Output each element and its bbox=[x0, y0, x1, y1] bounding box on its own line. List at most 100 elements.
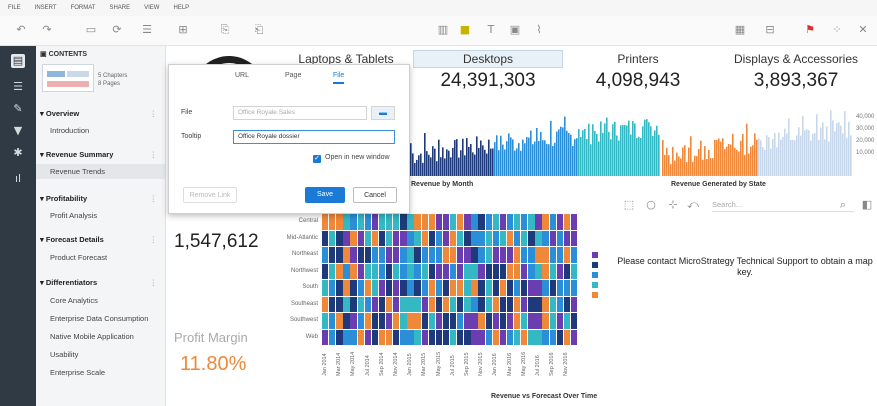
heatmap-cell[interactable] bbox=[329, 247, 336, 263]
chapter-forecast-details[interactable]: ▾ Forecast Details bbox=[40, 235, 104, 244]
heatmap-cell[interactable] bbox=[514, 214, 521, 230]
page-product-forecast[interactable]: Product Forecast bbox=[50, 253, 107, 262]
heatmap-cell[interactable] bbox=[393, 313, 400, 329]
heatmap-cell[interactable] bbox=[499, 313, 507, 329]
heatmap-cell[interactable] bbox=[492, 230, 499, 246]
heatmap-cell[interactable] bbox=[499, 247, 507, 263]
remove-link-button[interactable]: Remove Link bbox=[183, 187, 237, 203]
lasso-icon[interactable]: ○ bbox=[644, 198, 658, 212]
heatmap-cell[interactable] bbox=[514, 296, 521, 312]
heatmap-cell[interactable] bbox=[521, 280, 528, 296]
heatmap-cell[interactable] bbox=[535, 296, 542, 312]
heatmap-cell[interactable] bbox=[570, 329, 578, 345]
heatmap-cell[interactable] bbox=[549, 296, 556, 312]
heatmap-cell[interactable] bbox=[322, 214, 329, 230]
menu-help[interactable]: HELP bbox=[173, 5, 189, 11]
heatmap-cell[interactable] bbox=[407, 247, 414, 263]
add-dataset-icon[interactable]: ⊞ bbox=[176, 23, 190, 37]
heatmap-cell[interactable] bbox=[450, 296, 457, 312]
heatmap-cell[interactable] bbox=[492, 329, 499, 345]
heatmap-cell[interactable] bbox=[357, 247, 364, 263]
heatmap-cell[interactable] bbox=[322, 263, 329, 279]
heatmap-cell[interactable] bbox=[471, 263, 478, 279]
heatmap-cell[interactable] bbox=[450, 214, 457, 230]
heatmap-cell[interactable] bbox=[421, 214, 428, 230]
heatmap-cell[interactable] bbox=[393, 263, 400, 279]
heatmap-cell[interactable] bbox=[400, 230, 407, 246]
heatmap-cell[interactable] bbox=[364, 247, 371, 263]
chapter-menu-icon[interactable]: ⋮ bbox=[150, 278, 158, 287]
heatmap-cell[interactable] bbox=[414, 247, 421, 263]
heatmap-cell[interactable] bbox=[485, 230, 492, 246]
heatmap-cell[interactable] bbox=[371, 263, 379, 279]
heatmap-cell[interactable] bbox=[471, 280, 478, 296]
heatmap-cell[interactable] bbox=[442, 280, 450, 296]
heatmap-cell[interactable] bbox=[414, 263, 421, 279]
menu-file[interactable]: FILE bbox=[8, 5, 21, 11]
heatmap-cell[interactable] bbox=[371, 280, 379, 296]
heatmap-cell[interactable] bbox=[478, 263, 485, 279]
heatmap-cell[interactable] bbox=[570, 247, 578, 263]
heatmap-cell[interactable] bbox=[343, 263, 350, 279]
heatmap-cell[interactable] bbox=[378, 329, 386, 345]
text-icon[interactable]: T bbox=[484, 23, 498, 37]
heatmap-cell[interactable] bbox=[364, 313, 371, 329]
heatmap-cell[interactable] bbox=[442, 214, 450, 230]
heatmap-cell[interactable] bbox=[435, 263, 443, 279]
heatmap-cell[interactable] bbox=[514, 247, 521, 263]
export-icon[interactable]: ⊟ bbox=[763, 23, 777, 37]
heatmap-cell[interactable] bbox=[570, 263, 578, 279]
heatmap-cell[interactable] bbox=[478, 329, 485, 345]
heatmap-cell[interactable] bbox=[521, 214, 528, 230]
tab-file[interactable]: File bbox=[333, 72, 345, 84]
heatmap-cell[interactable] bbox=[535, 263, 542, 279]
heatmap-cell[interactable] bbox=[457, 247, 464, 263]
heatmap-cell[interactable] bbox=[364, 263, 371, 279]
heatmap-cell[interactable] bbox=[464, 280, 471, 296]
heatmap-cell[interactable] bbox=[393, 230, 400, 246]
page-core-analytics[interactable]: Core Analytics bbox=[50, 296, 98, 305]
save-button[interactable]: Save bbox=[305, 187, 345, 203]
heatmap-cell[interactable] bbox=[343, 214, 350, 230]
heatmap-cell[interactable] bbox=[378, 214, 386, 230]
heatmap-cell[interactable] bbox=[563, 214, 571, 230]
heatmap-cell[interactable] bbox=[357, 263, 364, 279]
heatmap-cell[interactable] bbox=[357, 313, 364, 329]
heatmap-cell[interactable] bbox=[428, 230, 435, 246]
heatmap-cell[interactable] bbox=[357, 296, 364, 312]
heatmap-cell[interactable] bbox=[485, 313, 492, 329]
heatmap-cell[interactable] bbox=[364, 280, 371, 296]
datasets-icon[interactable]: ☰ bbox=[11, 80, 25, 94]
heatmap-cell[interactable] bbox=[400, 280, 407, 296]
search-icon[interactable]: ⌕ bbox=[836, 198, 850, 212]
heatmap-cell[interactable] bbox=[428, 247, 435, 263]
heatmap-cell[interactable] bbox=[350, 247, 357, 263]
heatmap-cell[interactable] bbox=[457, 296, 464, 312]
tab-page[interactable]: Page bbox=[285, 72, 301, 79]
heatmap-cell[interactable] bbox=[386, 230, 393, 246]
heatmap-cell[interactable] bbox=[400, 214, 407, 230]
heatmap-cell[interactable] bbox=[471, 296, 478, 312]
heatmap-cell[interactable] bbox=[542, 263, 549, 279]
heatmap-cell[interactable] bbox=[407, 329, 414, 345]
reset-icon[interactable]: ⤺ bbox=[686, 198, 700, 212]
heatmap-cell[interactable] bbox=[499, 280, 507, 296]
heatmap-cell[interactable] bbox=[428, 263, 435, 279]
heatmap-cell[interactable] bbox=[400, 263, 407, 279]
heatmap-cell[interactable] bbox=[549, 313, 556, 329]
heatmap-cell[interactable] bbox=[343, 230, 350, 246]
heatmap-cell[interactable] bbox=[464, 263, 471, 279]
heatmap-cell[interactable] bbox=[556, 280, 563, 296]
heatmap-cell[interactable] bbox=[542, 313, 549, 329]
contents-icon[interactable]: ▤ bbox=[11, 54, 25, 68]
heatmap-cell[interactable] bbox=[322, 296, 329, 312]
heatmap-cell[interactable] bbox=[414, 230, 421, 246]
heatmap-cell[interactable] bbox=[435, 280, 443, 296]
heatmap-cell[interactable] bbox=[428, 296, 435, 312]
shape-icon[interactable]: ⌇ bbox=[532, 23, 546, 37]
heatmap-cell[interactable] bbox=[535, 313, 542, 329]
heatmap-cell[interactable] bbox=[329, 263, 336, 279]
heatmap-cell[interactable] bbox=[393, 214, 400, 230]
heatmap-cell[interactable] bbox=[499, 230, 507, 246]
tooltip-field[interactable]: Office Royale dossier bbox=[233, 130, 395, 144]
